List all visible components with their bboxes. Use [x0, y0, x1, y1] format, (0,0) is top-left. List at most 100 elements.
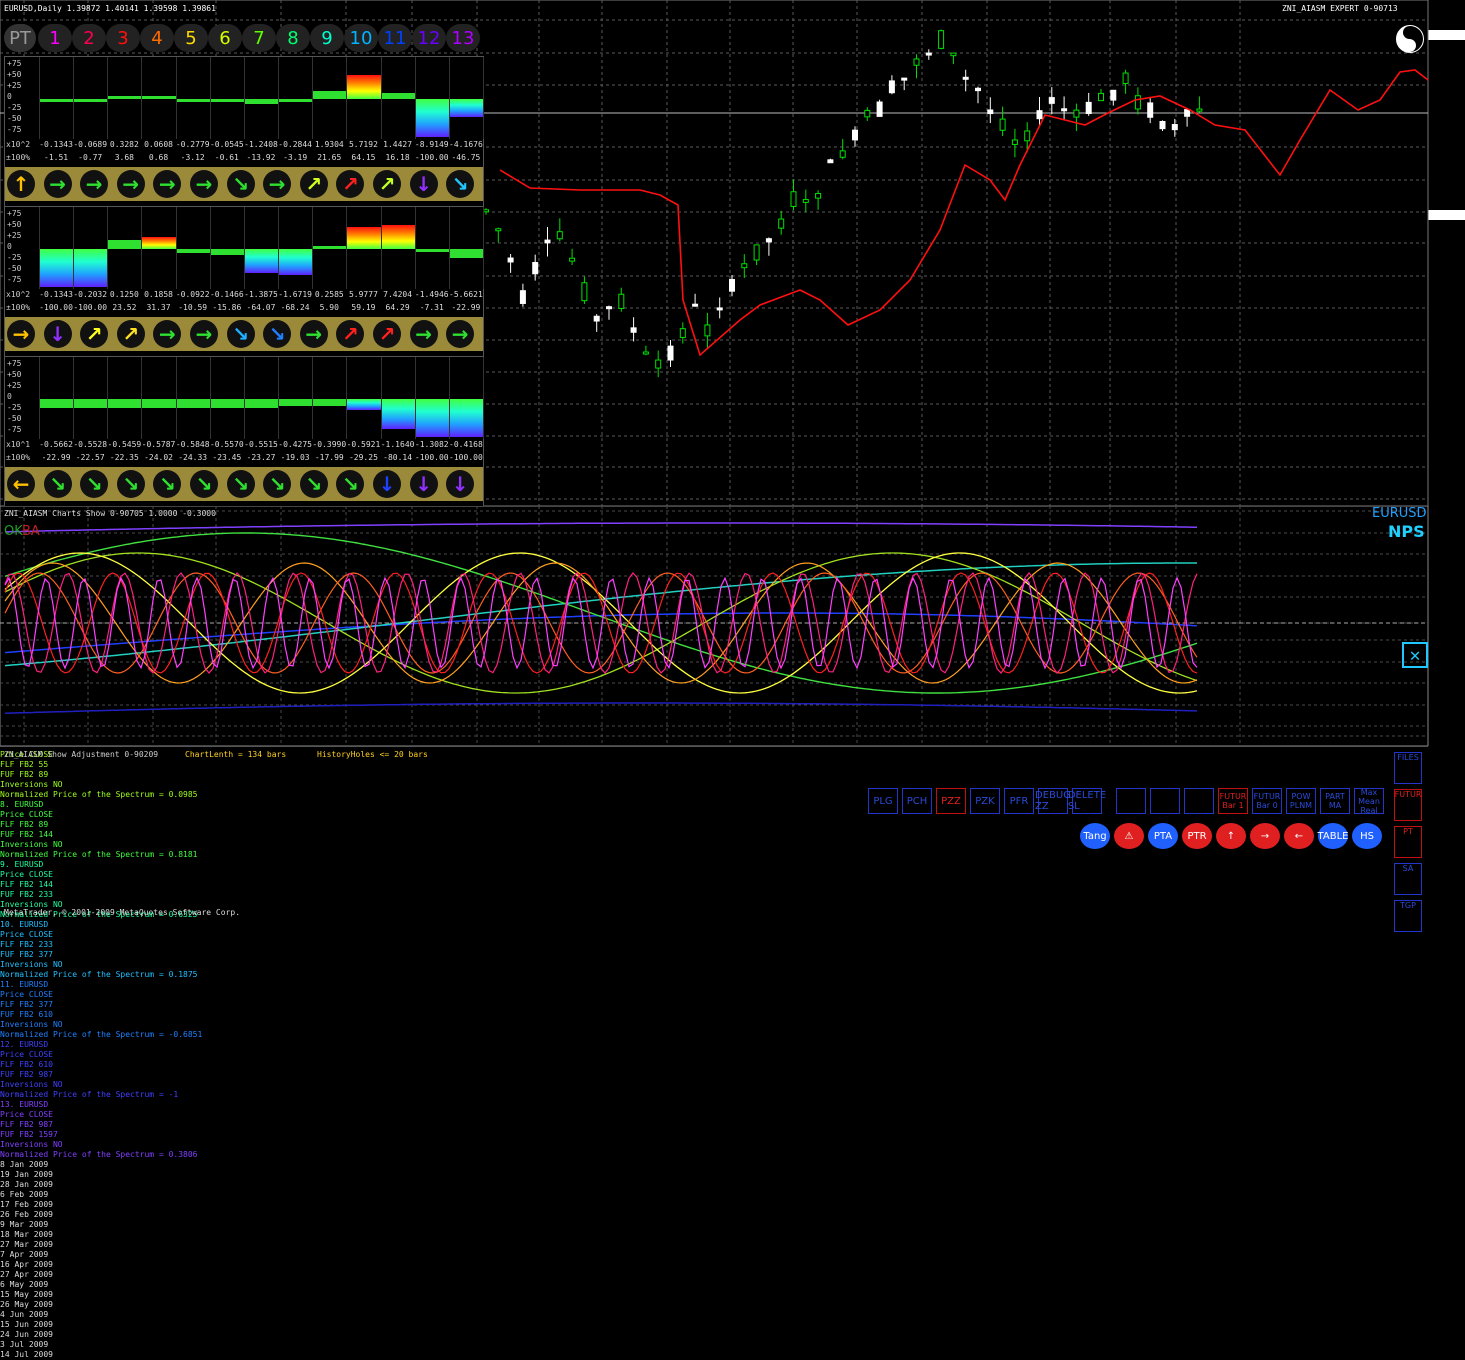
- candle-body: [569, 257, 576, 262]
- action-icon[interactable]: ←: [1284, 823, 1314, 849]
- arrow-left-icon[interactable]: ←: [7, 470, 35, 498]
- btn-pzz[interactable]: PZZ: [936, 788, 966, 814]
- wave-icon[interactable]: [1184, 788, 1214, 814]
- arrow-down-right-icon[interactable]: ↘: [190, 470, 218, 498]
- spectrum-number-6[interactable]: 6: [208, 24, 242, 52]
- arrow-up-right-icon[interactable]: ↗: [299, 170, 328, 198]
- spectrum-number-3[interactable]: 3: [106, 24, 140, 52]
- arrow-right-icon[interactable]: →: [80, 170, 109, 198]
- arrow-right-icon[interactable]: →: [153, 170, 182, 198]
- wave-icon[interactable]: [1150, 788, 1180, 814]
- btn-delete-sl[interactable]: DELETE SL: [1068, 788, 1106, 814]
- block-grid-line: [209, 57, 211, 139]
- spectrum-number-13[interactable]: 13: [446, 24, 480, 52]
- btn-pzk[interactable]: PZK: [970, 788, 1000, 814]
- spectrum-percent: -24.02: [144, 453, 173, 462]
- btn-sa[interactable]: SA: [1394, 863, 1422, 895]
- candle-body: [581, 282, 588, 302]
- spectrum-number-12[interactable]: 12: [412, 24, 446, 52]
- action-icon[interactable]: ⚠: [1114, 823, 1144, 849]
- btn-pfr[interactable]: PFR: [1004, 788, 1034, 814]
- date-label: 6 May 2009: [0, 1280, 49, 1289]
- spectrum-number-2[interactable]: 2: [72, 24, 106, 52]
- arrow-down-right-icon[interactable]: ↘: [226, 170, 255, 198]
- arrow-down-right-icon[interactable]: ↘: [226, 470, 255, 498]
- candle-body: [790, 191, 797, 207]
- arrow-up-right-icon[interactable]: ↗: [336, 170, 365, 198]
- arrow-down-right-icon[interactable]: ↘: [299, 470, 328, 498]
- spectrum-number-10[interactable]: 10: [344, 24, 378, 52]
- spectrum-bar: [40, 399, 74, 408]
- btn-tgp[interactable]: TGP: [1394, 900, 1422, 932]
- btn-plg[interactable]: PLG: [868, 788, 898, 814]
- arrow-down-icon[interactable]: ↓: [446, 470, 475, 498]
- arrow-down-icon[interactable]: ↓: [373, 470, 401, 498]
- close-icon[interactable]: ✕: [1402, 642, 1428, 668]
- action-icon[interactable]: →: [1250, 823, 1280, 849]
- arrow-up-icon[interactable]: ↑: [7, 170, 35, 198]
- spectrum-number-9[interactable]: 9: [310, 24, 344, 52]
- spectrum-number-4[interactable]: 4: [140, 24, 174, 52]
- arrow-down-icon[interactable]: ↓: [409, 470, 438, 498]
- arrow-up-right-icon[interactable]: ↗: [373, 170, 401, 198]
- arrow-right-icon[interactable]: →: [116, 170, 145, 198]
- arrow-up-right-icon[interactable]: ↗: [80, 320, 109, 348]
- arrow-right-icon[interactable]: →: [446, 320, 475, 348]
- spectrum-number-7[interactable]: 7: [242, 24, 276, 52]
- btn-hs[interactable]: HS: [1352, 823, 1382, 849]
- arrow-down-right-icon[interactable]: ↘: [336, 470, 365, 498]
- spectrum-number-1[interactable]: 1: [38, 24, 72, 52]
- btn-part-ma[interactable]: PART MA: [1320, 788, 1350, 814]
- spectrum-percent: -100.00: [73, 303, 108, 312]
- arrow-down-right-icon[interactable]: ↘: [43, 470, 72, 498]
- spectrum-number-11[interactable]: 11: [378, 24, 412, 52]
- action-icon[interactable]: ↑: [1216, 823, 1246, 849]
- wave-icon[interactable]: [1116, 788, 1146, 814]
- arrow-down-right-icon[interactable]: ↘: [116, 470, 145, 498]
- candle-body: [753, 244, 760, 261]
- btn-debug-zz[interactable]: DEBUG ZZ: [1035, 788, 1071, 814]
- btn-pta[interactable]: PTA: [1148, 823, 1178, 849]
- spectrum-value: -0.5459: [107, 440, 142, 449]
- btn-tang[interactable]: Tang: [1080, 823, 1110, 849]
- btn-pow-plnm[interactable]: POW PLNM: [1286, 788, 1316, 814]
- arrow-up-right-icon[interactable]: ↗: [373, 320, 401, 348]
- arrow-up-right-icon[interactable]: ↗: [336, 320, 365, 348]
- oscillator-chart[interactable]: [0, 506, 1465, 746]
- arrow-down-right-icon[interactable]: ↘: [446, 170, 475, 198]
- arrow-right-icon[interactable]: →: [190, 170, 218, 198]
- arrow-down-right-icon[interactable]: ↘: [226, 320, 255, 348]
- btn-ptr[interactable]: PTR: [1182, 823, 1212, 849]
- arrow-up-right-icon[interactable]: ↗: [116, 320, 145, 348]
- arrow-down-right-icon[interactable]: ↘: [263, 470, 292, 498]
- arrow-down-right-icon[interactable]: ↘: [80, 470, 109, 498]
- arrow-down-right-icon[interactable]: ↘: [153, 470, 182, 498]
- arrow-right-icon[interactable]: →: [299, 320, 328, 348]
- arrow-right-icon[interactable]: →: [43, 170, 72, 198]
- btn-table[interactable]: TABLE: [1318, 823, 1348, 849]
- spectrum-number-5[interactable]: 5: [174, 24, 208, 52]
- arrow-down-right-icon[interactable]: ↘: [263, 320, 292, 348]
- btn-futur[interactable]: FUTUR: [1394, 789, 1422, 821]
- date-label: 9 Mar 2009: [0, 1220, 49, 1229]
- arrow-down-icon[interactable]: ↓: [43, 320, 72, 348]
- arrow-right-icon[interactable]: →: [263, 170, 292, 198]
- btn-pch[interactable]: PCH: [902, 788, 932, 814]
- yin-yang-icon[interactable]: [1396, 25, 1424, 53]
- arrow-right-icon[interactable]: →: [409, 320, 438, 348]
- arrow-right-icon[interactable]: →: [153, 320, 182, 348]
- arrow-right-icon[interactable]: →: [7, 320, 35, 348]
- btn-futur-bar-1[interactable]: FUTUR Bar 1: [1218, 788, 1248, 814]
- date-label: 6 Feb 2009: [0, 1190, 49, 1199]
- pt-label[interactable]: PT: [4, 24, 36, 52]
- arrow-right-icon[interactable]: →: [190, 320, 218, 348]
- spectrum-percent: -0.61: [214, 153, 239, 162]
- percent-label: ±100%: [6, 453, 31, 462]
- arrow-down-icon[interactable]: ↓: [409, 170, 438, 198]
- btn-files[interactable]: FILES: [1394, 752, 1422, 784]
- block-scale-label: +25: [7, 81, 22, 90]
- btn-max-mean-real[interactable]: Max Mean Real: [1354, 788, 1384, 815]
- btn-pt[interactable]: PT: [1394, 826, 1422, 858]
- btn-futur-bar-0[interactable]: FUTUR Bar 0: [1252, 788, 1282, 814]
- spectrum-number-8[interactable]: 8: [276, 24, 310, 52]
